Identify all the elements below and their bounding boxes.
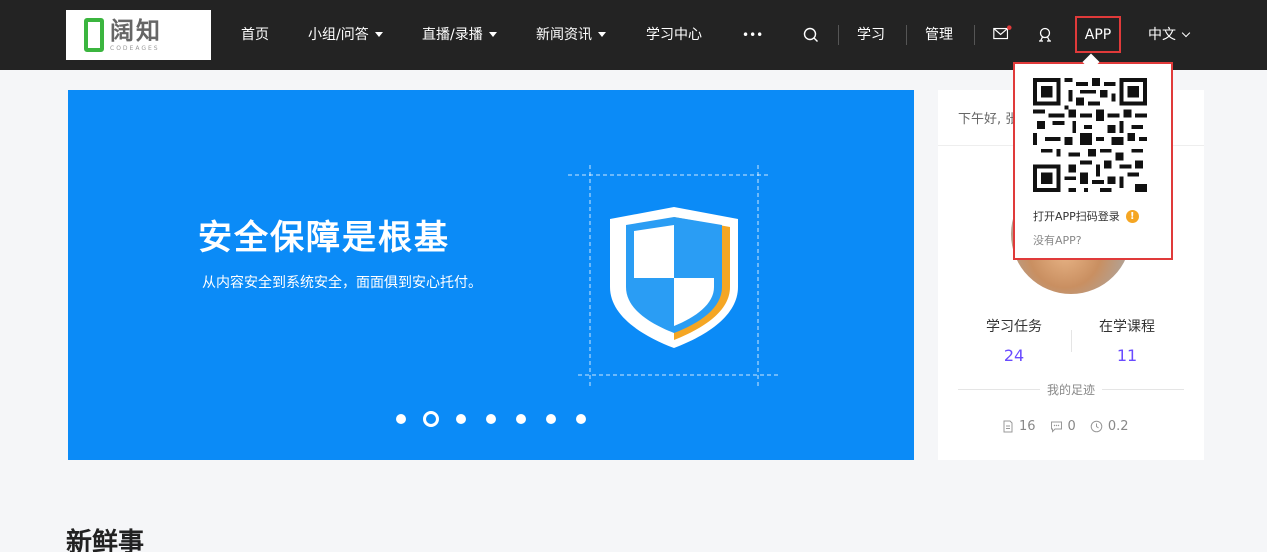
nav-live[interactable]: 直播/录播 <box>422 24 497 46</box>
carousel-dot[interactable] <box>546 414 556 424</box>
qr-code-icon <box>1033 78 1147 192</box>
notes-stat[interactable]: 16 <box>1002 419 1036 434</box>
mail-icon[interactable] <box>992 24 1012 44</box>
language-switch[interactable]: 中文 <box>1148 24 1191 46</box>
stat-tasks[interactable]: 学习任务 24 <box>954 316 1074 365</box>
chevron-down-icon <box>1181 28 1191 38</box>
clock-icon <box>1090 420 1103 433</box>
courses-value: 11 <box>1116 346 1138 365</box>
logo-name: 阔知 <box>110 16 162 45</box>
nav-home[interactable]: 首页 <box>241 24 269 46</box>
nav-more[interactable]: ••• <box>742 24 763 46</box>
qr-title: 打开APP扫码登录 <box>1033 210 1120 223</box>
greeting-text: 下午好, 张 <box>958 112 1019 127</box>
caret-down-icon <box>598 32 606 37</box>
hours-count: 0.2 <box>1107 419 1129 434</box>
app-qr-popup: 打开APP扫码登录 ! 没有APP? <box>1013 62 1173 260</box>
nav-manage[interactable]: 管理 <box>925 24 953 46</box>
carousel-dot-active[interactable] <box>423 411 439 427</box>
hours-stat[interactable]: 0.2 <box>1090 419 1129 434</box>
no-app-link[interactable]: 没有APP? <box>1033 232 1082 248</box>
app-button[interactable]: APP <box>1075 16 1121 53</box>
user-icon[interactable] <box>1035 25 1055 45</box>
nav-divider <box>838 25 839 45</box>
tasks-value: 24 <box>1003 346 1025 365</box>
banner-subtitle: 从内容安全到系统安全，面面俱到安心托付。 <box>202 275 482 291</box>
carousel-dot[interactable] <box>576 414 586 424</box>
shield-illustration-icon <box>568 165 780 387</box>
caret-down-icon <box>374 32 383 37</box>
comments-count: 0 <box>1067 419 1076 434</box>
nav-groups[interactable]: 小组/问答 <box>308 24 383 46</box>
footprint-stats: 16 0 0.2 <box>1002 419 1143 434</box>
site-logo[interactable]: 阔知 CODEAGES <box>66 10 211 60</box>
carousel-indicators <box>396 411 606 427</box>
logo-subtitle: CODEAGES <box>110 44 160 52</box>
qr-title-row: 打开APP扫码登录 ! <box>1033 208 1139 224</box>
stat-courses[interactable]: 在学课程 11 <box>1067 316 1187 365</box>
courses-label: 在学课程 <box>1099 319 1155 335</box>
nav-news-label: 新闻资讯 <box>536 27 592 43</box>
notes-count: 16 <box>1019 419 1036 434</box>
top-navbar: 阔知 CODEAGES 首页 小组/问答 直播/录播 新闻资讯 学习中心 •••… <box>0 0 1267 70</box>
tasks-label: 学习任务 <box>986 319 1042 335</box>
warning-icon[interactable]: ! <box>1125 209 1139 223</box>
nav-learning-center[interactable]: 学习中心 <box>646 24 702 46</box>
footprint-label: 我的足迹 <box>1046 383 1095 397</box>
language-label: 中文 <box>1148 27 1176 43</box>
carousel-dot[interactable] <box>396 414 406 424</box>
carousel-dot[interactable] <box>516 414 526 424</box>
search-icon[interactable] <box>801 25 821 45</box>
banner-title: 安全保障是根基 <box>198 218 450 258</box>
nav-divider <box>906 25 907 45</box>
logo-mark-icon <box>84 18 104 52</box>
nav-study[interactable]: 学习 <box>857 24 885 46</box>
nav-live-label: 直播/录播 <box>422 27 483 43</box>
hero-carousel[interactable]: 安全保障是根基 从内容安全到系统安全，面面俱到安心托付。 <box>68 90 914 460</box>
comment-icon <box>1050 421 1062 433</box>
carousel-dot[interactable] <box>456 414 466 424</box>
caret-down-icon <box>488 32 497 37</box>
comments-stat[interactable]: 0 <box>1050 419 1076 434</box>
nav-divider <box>974 25 975 45</box>
document-icon <box>1003 420 1013 433</box>
nav-groups-label: 小组/问答 <box>308 27 369 43</box>
section-title: 新鲜事 <box>66 528 145 552</box>
nav-news[interactable]: 新闻资讯 <box>536 24 606 46</box>
carousel-dot[interactable] <box>486 414 496 424</box>
